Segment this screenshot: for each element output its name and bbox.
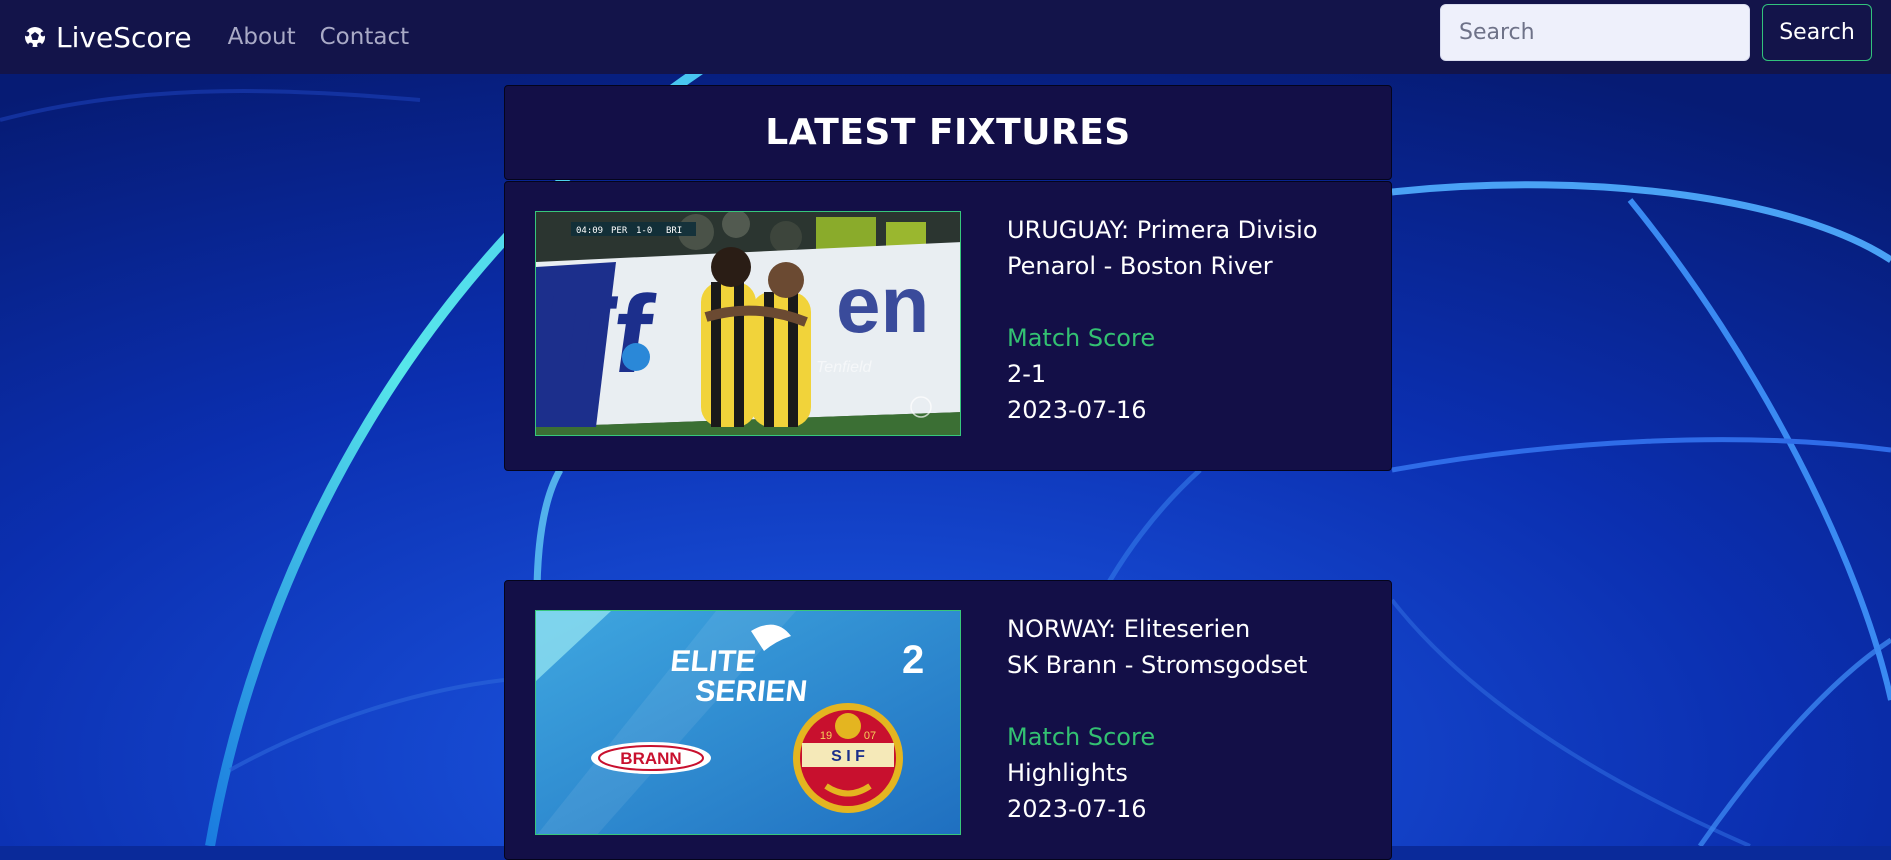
svg-text:1-0: 1-0	[636, 226, 652, 236]
search-input[interactable]	[1440, 4, 1750, 61]
channel-logo: 2	[902, 638, 924, 682]
brand-link[interactable]: LiveScore	[24, 21, 192, 54]
badge-year-right: 07	[864, 730, 876, 742]
brann-badge: BRANN	[620, 749, 681, 768]
ad-watermark: Tenfield	[816, 359, 873, 376]
fixture-info: URUGUAY: Primera Divisio Penarol - Bosto…	[1007, 212, 1318, 428]
match-promo-graphic: ELITE SERIEN 2 BRANN 19 07 S I F	[536, 611, 960, 834]
fixture-card[interactable]: Tf en Tenfield 04:09 PER 1-0 BRI URUGUAY…	[504, 181, 1392, 471]
search-button[interactable]: Search	[1762, 4, 1872, 61]
brand-name: LiveScore	[56, 20, 192, 54]
league-name: URUGUAY: Primera Divisio	[1007, 216, 1318, 244]
fixture-info: NORWAY: Eliteserien SK Brann - Stromsgod…	[1007, 611, 1307, 827]
match-score-label: Match Score	[1007, 723, 1156, 751]
fixture-card[interactable]: ELITE SERIEN 2 BRANN 19 07 S I F NORWAY:…	[504, 580, 1392, 860]
match-score: 2-1	[1007, 360, 1047, 388]
sif-badge: S I F	[831, 748, 865, 765]
svg-text:BRI: BRI	[666, 226, 682, 236]
eliteserien-logo-line1: ELITE	[669, 645, 757, 678]
match-video-still: Tf en Tenfield 04:09 PER 1-0 BRI	[536, 212, 960, 435]
svg-text:Tf: Tf	[538, 273, 660, 395]
match-date: 2023-07-16	[1007, 396, 1147, 424]
nav-link-contact[interactable]: Contact	[320, 24, 409, 50]
match-score-label: Match Score	[1007, 324, 1156, 352]
match-teams: Penarol - Boston River	[1007, 252, 1273, 280]
soccer-ball-icon	[24, 27, 46, 48]
badge-year-left: 19	[820, 730, 832, 742]
navbar: LiveScore About Contact Search	[0, 0, 1891, 74]
svg-text:PER: PER	[611, 226, 628, 236]
nav-link-about[interactable]: About	[228, 24, 296, 50]
match-teams: SK Brann - Stromsgodset	[1007, 651, 1308, 679]
fixture-thumbnail[interactable]: ELITE SERIEN 2 BRANN 19 07 S I F	[535, 610, 961, 835]
eliteserien-logo-line2: SERIEN	[694, 675, 809, 708]
match-score: Highlights	[1007, 759, 1128, 787]
league-name: NORWAY: Eliteserien	[1007, 615, 1251, 643]
svg-text:en: en	[836, 260, 929, 349]
section-heading-panel: LATEST FIXTURES	[504, 85, 1392, 180]
match-date: 2023-07-16	[1007, 795, 1147, 823]
section-title: LATEST FIXTURES	[765, 112, 1131, 153]
svg-text:04:09: 04:09	[576, 226, 603, 236]
fixture-thumbnail[interactable]: Tf en Tenfield 04:09 PER 1-0 BRI	[535, 211, 961, 436]
